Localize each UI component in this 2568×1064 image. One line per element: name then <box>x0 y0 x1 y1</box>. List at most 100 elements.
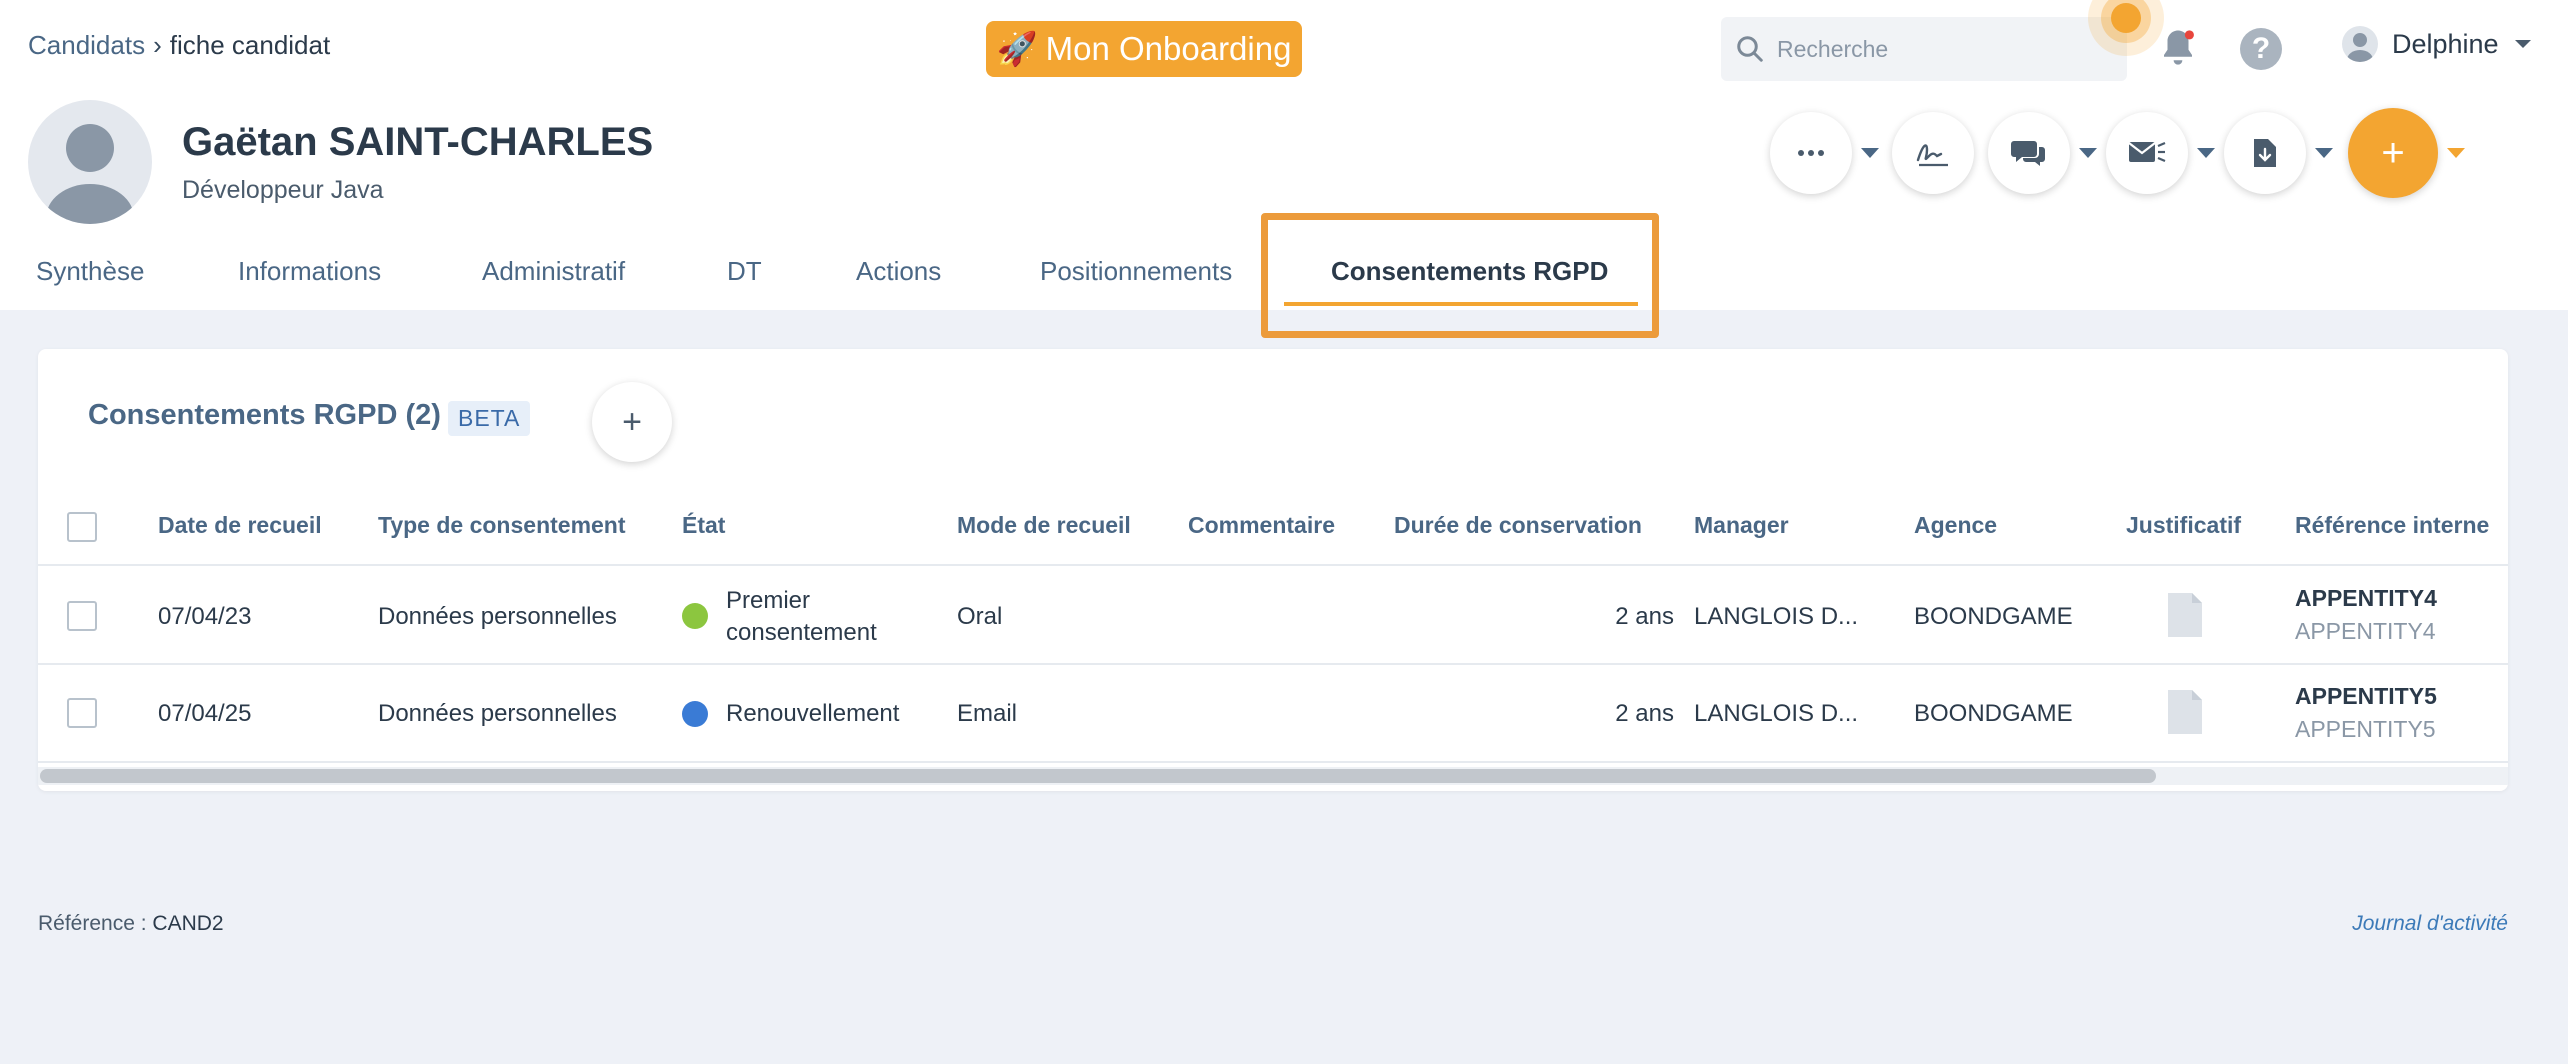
caret-down-icon <box>2079 148 2097 158</box>
document-icon[interactable] <box>2166 591 2204 639</box>
more-actions-button[interactable] <box>1770 112 1852 194</box>
breadcrumb-current: fiche candidat <box>169 30 331 60</box>
chat-button[interactable] <box>1988 112 2070 194</box>
search-box <box>1721 17 2127 81</box>
tab-positionnements[interactable]: Positionnements <box>1040 236 1232 306</box>
action-toolbar: + <box>1770 108 2474 198</box>
active-tab-indicator <box>1284 302 1638 306</box>
email-button[interactable] <box>2106 112 2188 194</box>
document-caret[interactable] <box>2306 112 2342 194</box>
beta-badge: BETA <box>448 401 531 436</box>
more-actions-caret[interactable] <box>1852 112 1888 194</box>
candidate-avatar <box>28 100 152 224</box>
caret-down-icon <box>2197 148 2215 158</box>
search-input[interactable] <box>1777 35 2107 63</box>
reference-main: APPENTITY5 <box>2295 683 2437 709</box>
cell-mode: Email <box>957 700 1018 727</box>
tab-actions[interactable]: Actions <box>856 236 941 306</box>
cell-agence: BOONDGAME <box>1914 603 2073 630</box>
breadcrumb: Candidats › fiche candidat <box>28 30 330 61</box>
footer-reference: Référence : CAND2 <box>38 912 224 936</box>
col-header-commentaire[interactable]: Commentaire <box>1188 512 1335 539</box>
activity-log-link[interactable]: Journal d'activité <box>2352 912 2508 936</box>
user-avatar-icon <box>2342 26 2378 62</box>
tab-informations[interactable]: Informations <box>238 236 381 306</box>
cell-etat: Premier consentement <box>726 585 877 649</box>
add-consent-button[interactable]: + <box>592 382 672 462</box>
header: Candidats › fiche candidat 🚀 Mon Onboard… <box>0 0 2568 310</box>
more-dots-icon <box>1798 150 1824 156</box>
document-button[interactable] <box>2224 112 2306 194</box>
signature-button[interactable] <box>1892 112 1974 194</box>
onboarding-button[interactable]: 🚀 Mon Onboarding <box>986 21 1302 77</box>
col-header-type[interactable]: Type de consentement <box>378 512 626 539</box>
header-divider <box>38 564 2508 566</box>
row-checkbox[interactable] <box>67 601 97 631</box>
scrollbar-thumb[interactable] <box>40 769 2156 783</box>
col-header-justificatif[interactable]: Justificatif <box>2126 512 2241 539</box>
cell-duree: 2 ans <box>1615 603 1674 630</box>
reference-sub: APPENTITY5 <box>2295 716 2436 742</box>
col-header-etat[interactable]: État <box>682 512 725 539</box>
cell-date: 07/04/25 <box>158 700 252 727</box>
tab-consentements-rgpd[interactable]: Consentements RGPD <box>1331 236 1608 306</box>
user-menu[interactable]: Delphine <box>2342 26 2533 62</box>
user-name: Delphine <box>2392 28 2499 59</box>
caret-down-icon <box>2447 148 2465 158</box>
section-title: Consentements RGPD (2) <box>88 399 441 431</box>
plus-icon: + <box>622 402 642 441</box>
row-divider <box>38 663 2508 665</box>
plus-icon: + <box>2381 130 2405 175</box>
tab-bar: Synthèse Informations Administratif DT A… <box>0 236 2568 310</box>
col-header-mode[interactable]: Mode de recueil <box>957 512 1131 539</box>
cell-manager[interactable]: LANGLOIS D... <box>1694 603 1858 631</box>
cell-reference: APPENTITY4 APPENTITY4 <box>2295 585 2437 645</box>
cell-type: Données personnelles <box>378 700 617 727</box>
horizontal-scrollbar[interactable] <box>38 767 2508 785</box>
chat-caret[interactable] <box>2070 112 2106 194</box>
breadcrumb-candidats-link[interactable]: Candidats <box>28 30 145 61</box>
caret-down-icon <box>1861 148 1879 158</box>
cell-type: Données personnelles <box>378 603 617 630</box>
cell-agence: BOONDGAME <box>1914 700 2073 727</box>
cell-manager[interactable]: LANGLOIS D... <box>1694 700 1858 728</box>
reference-main: APPENTITY4 <box>2295 585 2437 611</box>
signature-icon <box>1916 144 1948 167</box>
col-header-agence[interactable]: Agence <box>1914 512 1997 539</box>
col-header-date[interactable]: Date de recueil <box>158 512 322 539</box>
add-button[interactable]: + <box>2348 108 2438 198</box>
tab-synthese[interactable]: Synthèse <box>36 236 144 306</box>
col-header-manager[interactable]: Manager <box>1694 512 1789 539</box>
consents-card: Consentements RGPD (2) BETA + Date de re… <box>38 349 2508 791</box>
onboarding-label: Mon Onboarding <box>1045 30 1292 67</box>
row-checkbox[interactable] <box>67 698 97 728</box>
bell-icon[interactable] <box>2157 26 2199 70</box>
tab-administratif[interactable]: Administratif <box>482 236 625 306</box>
email-icon <box>2128 141 2166 163</box>
candidate-job-title: Développeur Java <box>182 176 384 204</box>
cell-duree: 2 ans <box>1615 700 1674 727</box>
add-caret[interactable] <box>2438 112 2474 194</box>
chevron-right-icon: › <box>153 30 162 60</box>
document-icon[interactable] <box>2166 688 2204 736</box>
chevron-down-icon <box>2514 40 2531 48</box>
rocket-icon: 🚀 <box>996 29 1038 67</box>
select-all-checkbox[interactable] <box>67 512 97 542</box>
cell-reference: APPENTITY5 APPENTITY5 <box>2295 683 2437 743</box>
reference-sub: APPENTITY4 <box>2295 618 2436 644</box>
col-header-reference[interactable]: Référence interne <box>2295 512 2489 539</box>
etat-line2: consentement <box>726 619 877 646</box>
reference-label: Référence : <box>38 912 147 935</box>
cell-mode: Oral <box>957 603 1003 630</box>
document-download-icon <box>2254 139 2276 167</box>
chat-icon <box>2011 141 2045 166</box>
help-icon[interactable]: ? <box>2240 28 2282 70</box>
row-divider <box>38 761 2508 763</box>
cell-etat: Renouvellement <box>726 700 900 727</box>
col-header-duree[interactable]: Durée de conservation <box>1394 512 1642 539</box>
tab-dt[interactable]: DT <box>727 236 762 306</box>
status-dot-green <box>682 603 708 629</box>
email-caret[interactable] <box>2188 112 2224 194</box>
caret-down-icon <box>2315 148 2333 158</box>
etat-line1: Premier <box>726 587 811 614</box>
